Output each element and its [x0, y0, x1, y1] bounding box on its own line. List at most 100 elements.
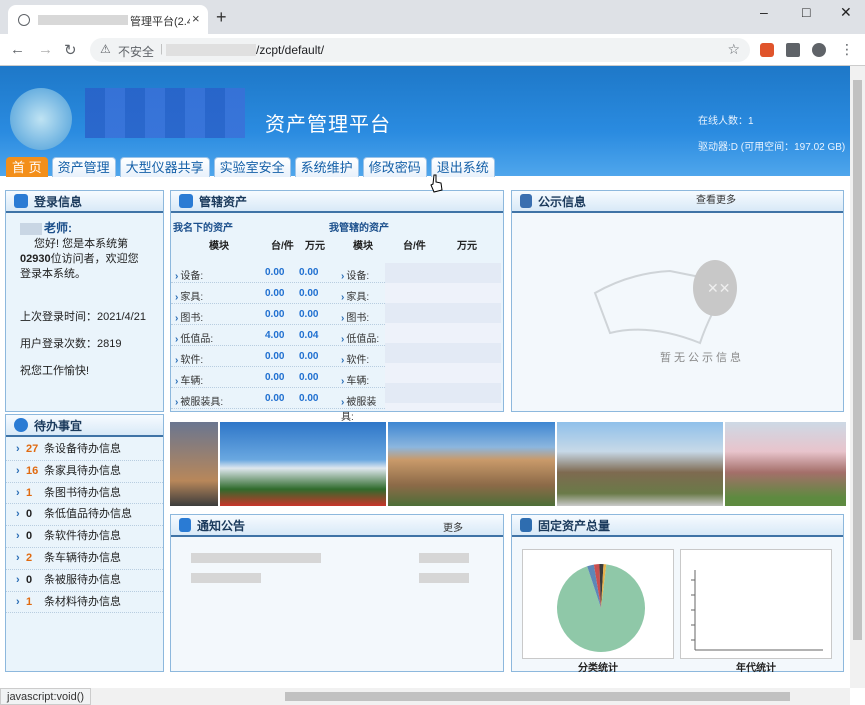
public-info-title: 公示信息: [538, 194, 587, 209]
col-unit: 台/件: [271, 241, 294, 252]
asset-category[interactable]: 家具:: [175, 288, 203, 303]
clock-icon: [14, 418, 28, 432]
window-close-icon[interactable]: ✕: [840, 4, 852, 21]
todo-text: 条设备待办信息: [44, 443, 121, 455]
horizontal-scroll-thumb[interactable]: [285, 692, 790, 701]
vertical-scroll-thumb[interactable]: [853, 80, 862, 640]
asset-row: 车辆: 0.00 0.00 车辆:: [171, 368, 385, 388]
asset-category[interactable]: 设备:: [175, 267, 203, 282]
managed-asset-category[interactable]: 设备:: [341, 267, 369, 282]
asset-units: 0.00: [265, 309, 285, 320]
forward-icon[interactable]: →: [38, 41, 53, 58]
status-bar: javascript:void(): [0, 688, 92, 705]
fixed-assets-title: 固定资产总量: [538, 518, 611, 533]
campus-photo-5: [725, 422, 846, 506]
puzzle-icon[interactable]: [786, 43, 800, 57]
speaker-icon: [520, 194, 532, 208]
todo-item[interactable]: 1 条材料待办信息: [6, 592, 163, 614]
todo-count: 0: [26, 508, 33, 521]
todo-panel: 待办事宜 27 条设备待办信息 16 条家具待办信息 1 条图书待办信息 0 条低值品待办信息…: [5, 414, 164, 672]
url-bar[interactable]: ⚠ 不安全 | /zcpt/default/ ☆: [90, 38, 750, 62]
todo-item[interactable]: 1 条图书待办信息: [6, 483, 163, 505]
year-chart-label: 年代统计: [736, 663, 776, 674]
col-wan-managed: 万元: [457, 241, 477, 252]
login-panel-header: 登录信息: [6, 191, 163, 213]
asset-category[interactable]: 低值品:: [175, 330, 213, 345]
list-icon: [520, 518, 532, 532]
notice-more-link[interactable]: 更多: [443, 519, 463, 534]
asset-category[interactable]: 车辆:: [175, 372, 203, 387]
todo-title: 待办事宜: [34, 418, 83, 433]
todo-item[interactable]: 2 条车辆待办信息: [6, 548, 163, 570]
asset-wan: 0.00: [299, 372, 319, 383]
browser-tab[interactable]: 管理平台(2.4 ×: [8, 5, 208, 34]
notice-item-redacted[interactable]: [191, 553, 321, 563]
todo-count: 0: [26, 573, 33, 586]
menu-asset-management[interactable]: 资产管理: [51, 157, 116, 177]
managed-asset-category[interactable]: 低值品:: [341, 330, 379, 345]
notice-list: [171, 537, 503, 667]
menu-instrument-sharing[interactable]: 大型仪器共享: [119, 157, 210, 177]
col-module: 模块: [209, 241, 229, 252]
login-title: 登录信息: [34, 194, 83, 209]
managed-asset-category[interactable]: 被服装具:: [341, 393, 385, 423]
tab-close-icon[interactable]: ×: [192, 11, 200, 26]
back-icon[interactable]: ←: [10, 41, 25, 58]
platform-title: 资产管理平台: [265, 114, 391, 136]
asset-wan: 0.00: [299, 288, 319, 299]
hand-cursor-icon: [430, 174, 443, 193]
profile-icon[interactable]: [812, 43, 826, 57]
menu-system-maintenance[interactable]: 系统维护: [294, 157, 359, 177]
todo-item[interactable]: 16 条家具待办信息: [6, 461, 163, 483]
todo-count: 0: [26, 530, 33, 543]
vertical-scrollbar[interactable]: [850, 66, 865, 688]
todo-item[interactable]: 27 条设备待办信息: [6, 439, 163, 461]
my-assets-title: 我名下的资产: [173, 223, 233, 234]
url-separator: |: [160, 43, 163, 55]
asset-row: 图书: 0.00 0.00 图书:: [171, 305, 385, 325]
managed-assets-title: 我管辖的资产: [329, 223, 389, 234]
asset-units: 0.00: [265, 372, 285, 383]
online-users: 在线人数：1: [698, 116, 754, 127]
managed-asset-category[interactable]: 家具:: [341, 288, 369, 303]
public-info-more-link[interactable]: 查看更多: [696, 191, 736, 206]
notice-date-redacted: [419, 553, 469, 563]
assets-table: 我名下的资产 我管辖的资产 模块 台/件 万元 模块 台/件 万元 设备: 0.0…: [171, 215, 505, 423]
menu-lab-safety[interactable]: 实验室安全: [213, 157, 291, 177]
asset-wan: 0.00: [299, 309, 319, 320]
notice-item-redacted[interactable]: [191, 573, 261, 583]
notice-book-icon: [179, 518, 191, 532]
todo-count: 2: [26, 551, 33, 564]
fixed-assets-panel: 固定资产总量 分类统计 年代统计: [511, 514, 844, 674]
category-pie-chart: [557, 564, 645, 652]
minimize-icon[interactable]: –: [760, 4, 768, 20]
todo-item[interactable]: 0 条被服待办信息: [6, 570, 163, 592]
menu-home[interactable]: 首 页: [6, 157, 48, 177]
menu-change-password[interactable]: 修改密码: [362, 157, 427, 177]
managed-asset-category[interactable]: 车辆:: [341, 372, 369, 387]
new-tab-button[interactable]: +: [216, 7, 227, 28]
todo-text: 条图书待办信息: [44, 486, 121, 499]
empty-scroll-icon: ✕✕: [593, 260, 737, 345]
reload-icon[interactable]: ↻: [64, 41, 77, 59]
managed-asset-category[interactable]: 软件:: [341, 351, 369, 366]
pie-chart-box: [522, 549, 674, 659]
bookmark-star-icon[interactable]: ☆: [727, 41, 740, 58]
extension-icon[interactable]: [760, 43, 774, 57]
todo-item[interactable]: 0 条软件待办信息: [6, 526, 163, 548]
asset-category[interactable]: 被服装具:: [175, 393, 223, 408]
drive-info: 驱动器:D (可用空间：197.02 GB): [698, 142, 846, 153]
managed-asset-category[interactable]: 图书:: [341, 309, 369, 324]
warning-icon: ⚠: [100, 42, 111, 56]
login-count: 用户登录次数：2819: [20, 338, 122, 350]
maximize-icon[interactable]: □: [802, 4, 810, 20]
asset-units: 0.00: [265, 393, 285, 404]
horizontal-scrollbar[interactable]: [0, 688, 850, 705]
institution-name-redacted: [85, 88, 245, 138]
menu-dots-icon[interactable]: ⋮: [840, 41, 854, 58]
campus-photo-3: [388, 422, 555, 506]
asset-category[interactable]: 软件:: [175, 351, 203, 366]
todo-item[interactable]: 0 条低值品待办信息: [6, 504, 163, 527]
asset-category[interactable]: 图书:: [175, 309, 203, 324]
assets-panel-header: 管辖资产: [171, 191, 503, 213]
